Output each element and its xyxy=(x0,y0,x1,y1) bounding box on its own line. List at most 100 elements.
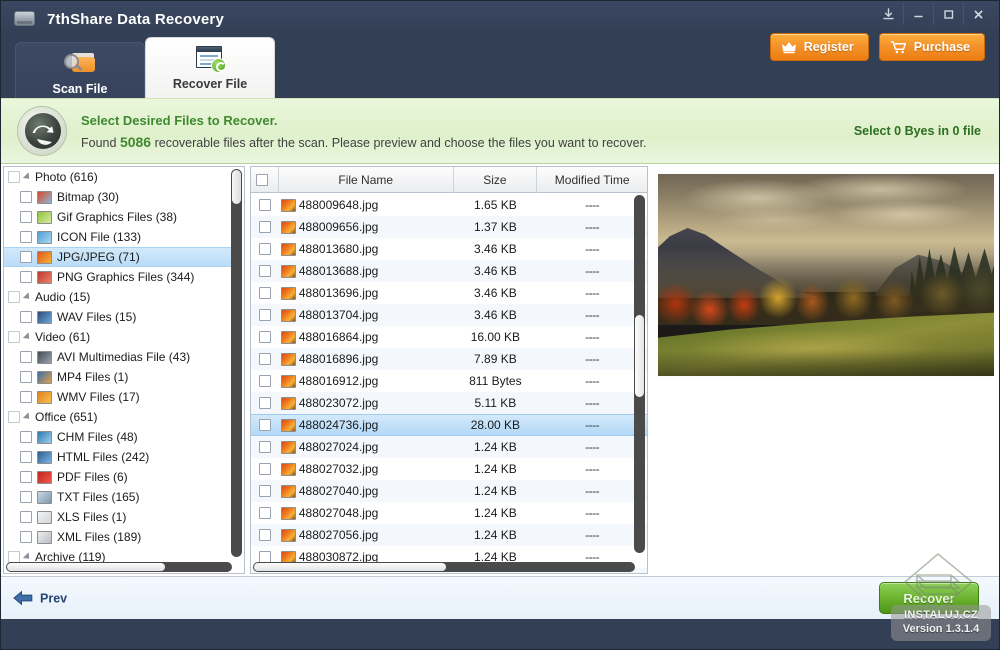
sidebar-item-2[interactable]: Gif Graphics Files (38) xyxy=(4,207,232,227)
row-checkbox[interactable] xyxy=(251,221,279,233)
row-checkbox[interactable] xyxy=(251,485,279,497)
table-row[interactable]: 488024736.jpg 28.00 KB ---- xyxy=(251,414,647,436)
table-row[interactable]: 488013704.jpg 3.46 KB ---- xyxy=(251,304,647,326)
expander-icon[interactable] xyxy=(22,412,33,422)
row-checkbox[interactable] xyxy=(251,243,279,255)
tab-recover-file[interactable]: Recover File xyxy=(145,37,275,103)
sidebar-item-checkbox[interactable] xyxy=(20,231,32,243)
tab-scan-file[interactable]: Scan File xyxy=(15,42,145,103)
sidebar-item-1[interactable]: Bitmap (30) xyxy=(4,187,232,207)
register-button[interactable]: Register xyxy=(769,33,869,61)
sidebar-item-checkbox[interactable] xyxy=(20,531,32,543)
table-row[interactable]: 488016896.jpg 7.89 KB ---- xyxy=(251,348,647,370)
sidebar-item-checkbox[interactable] xyxy=(20,271,32,283)
sidebar-item-12[interactable]: Office (651) xyxy=(4,407,232,427)
sidebar-item-13[interactable]: CHM Files (48) xyxy=(4,427,232,447)
sidebar-vertical-scroll-thumb[interactable] xyxy=(232,170,241,204)
table-row[interactable]: 488009656.jpg 1.37 KB ---- xyxy=(251,216,647,238)
table-row[interactable]: 488027040.jpg 1.24 KB ---- xyxy=(251,480,647,502)
sidebar-horizontal-scrollbar[interactable] xyxy=(6,562,232,572)
table-row[interactable]: 488027056.jpg 1.24 KB ---- xyxy=(251,524,647,546)
table-row[interactable]: 488027048.jpg 1.24 KB ---- xyxy=(251,502,647,524)
row-checkbox[interactable] xyxy=(251,199,279,211)
sidebar-item-checkbox[interactable] xyxy=(20,371,32,383)
row-checkbox[interactable] xyxy=(251,419,279,431)
txt-file-icon xyxy=(37,490,52,504)
row-checkbox[interactable] xyxy=(251,441,279,453)
minimize-icon[interactable] xyxy=(903,3,933,25)
row-checkbox[interactable] xyxy=(251,463,279,475)
table-row[interactable]: 488016912.jpg 811 Bytes ---- xyxy=(251,370,647,392)
sidebar-item-checkbox[interactable] xyxy=(20,451,32,463)
table-row[interactable]: 488013688.jpg 3.46 KB ---- xyxy=(251,260,647,282)
purchase-button[interactable]: Purchase xyxy=(878,33,985,61)
table-row[interactable]: 488013696.jpg 3.46 KB ---- xyxy=(251,282,647,304)
sidebar-item-11[interactable]: WMV Files (17) xyxy=(4,387,232,407)
sidebar-item-checkbox[interactable] xyxy=(8,411,20,423)
sidebar-item-0[interactable]: Photo (616) xyxy=(4,167,232,187)
column-header-modified-time[interactable]: Modified Time xyxy=(537,167,647,193)
sidebar-item-10[interactable]: MP4 Files (1) xyxy=(4,367,232,387)
prev-button[interactable]: Prev xyxy=(13,590,67,606)
row-checkbox[interactable] xyxy=(251,309,279,321)
sidebar-item-8[interactable]: Video (61) xyxy=(4,327,232,347)
filelist-horizontal-scroll-thumb[interactable] xyxy=(254,563,446,571)
sidebar-item-checkbox[interactable] xyxy=(8,291,20,303)
row-checkbox[interactable] xyxy=(251,287,279,299)
sidebar-vertical-scrollbar[interactable] xyxy=(231,169,242,557)
sidebar-item-checkbox[interactable] xyxy=(20,311,32,323)
sidebar-item-checkbox[interactable] xyxy=(20,471,32,483)
sidebar-item-5[interactable]: PNG Graphics Files (344) xyxy=(4,267,232,287)
sidebar-item-7[interactable]: WAV Files (15) xyxy=(4,307,232,327)
sidebar-item-6[interactable]: Audio (15) xyxy=(4,287,232,307)
row-checkbox[interactable] xyxy=(251,331,279,343)
sidebar-item-checkbox[interactable] xyxy=(8,171,20,183)
row-checkbox[interactable] xyxy=(251,397,279,409)
sidebar-item-checkbox[interactable] xyxy=(20,511,32,523)
column-header-file-name[interactable]: File Name xyxy=(279,167,454,193)
row-checkbox[interactable] xyxy=(251,375,279,387)
sidebar-item-15[interactable]: PDF Files (6) xyxy=(4,467,232,487)
sidebar-item-9[interactable]: AVI Multimedias File (43) xyxy=(4,347,232,367)
sidebar-item-4[interactable]: JPG/JPEG (71) xyxy=(4,247,232,267)
row-checkbox[interactable] xyxy=(251,265,279,277)
row-checkbox[interactable] xyxy=(251,529,279,541)
table-row[interactable]: 488027032.jpg 1.24 KB ---- xyxy=(251,458,647,480)
expander-icon[interactable] xyxy=(22,292,33,302)
sidebar-item-14[interactable]: HTML Files (242) xyxy=(4,447,232,467)
sidebar-item-checkbox[interactable] xyxy=(20,211,32,223)
sidebar-item-checkbox[interactable] xyxy=(20,351,32,363)
filelist-vertical-scrollbar[interactable] xyxy=(634,195,645,553)
sidebar-horizontal-scroll-thumb[interactable] xyxy=(7,563,165,571)
expander-icon[interactable] xyxy=(22,332,33,342)
category-tree-panel: Photo (616) Bitmap (30) Gif Graphics Files… xyxy=(3,166,245,574)
recover-button[interactable]: Recover xyxy=(879,582,979,614)
close-icon[interactable] xyxy=(963,3,993,25)
filelist-vertical-scroll-thumb[interactable] xyxy=(635,315,644,397)
sidebar-item-checkbox[interactable] xyxy=(20,491,32,503)
table-row[interactable]: 488027024.jpg 1.24 KB ---- xyxy=(251,436,647,458)
maximize-icon[interactable] xyxy=(933,3,963,25)
sidebar-item-checkbox[interactable] xyxy=(20,251,32,263)
filelist-horizontal-scrollbar[interactable] xyxy=(253,562,635,572)
expander-icon[interactable] xyxy=(22,172,33,182)
table-row[interactable]: 488013680.jpg 3.46 KB ---- xyxy=(251,238,647,260)
sidebar-item-checkbox[interactable] xyxy=(20,391,32,403)
select-all-checkbox[interactable] xyxy=(251,167,279,193)
table-row[interactable]: 488023072.jpg 5.11 KB ---- xyxy=(251,392,647,414)
sidebar-item-3[interactable]: ICON File (133) xyxy=(4,227,232,247)
sidebar-item-17[interactable]: XLS Files (1) xyxy=(4,507,232,527)
column-header-size[interactable]: Size xyxy=(454,167,538,193)
table-row[interactable]: 488009648.jpg 1.65 KB ---- xyxy=(251,194,647,216)
row-checkbox[interactable] xyxy=(251,353,279,365)
sidebar-item-16[interactable]: TXT Files (165) xyxy=(4,487,232,507)
expander-icon[interactable] xyxy=(22,552,33,562)
sidebar-item-checkbox[interactable] xyxy=(8,331,20,343)
row-checkbox[interactable] xyxy=(251,573,279,574)
sidebar-item-checkbox[interactable] xyxy=(20,191,32,203)
sidebar-item-checkbox[interactable] xyxy=(20,431,32,443)
table-row[interactable]: 488016864.jpg 16.00 KB ---- xyxy=(251,326,647,348)
sidebar-item-18[interactable]: XML Files (189) xyxy=(4,527,232,547)
row-checkbox[interactable] xyxy=(251,507,279,519)
download-icon[interactable] xyxy=(873,3,903,25)
